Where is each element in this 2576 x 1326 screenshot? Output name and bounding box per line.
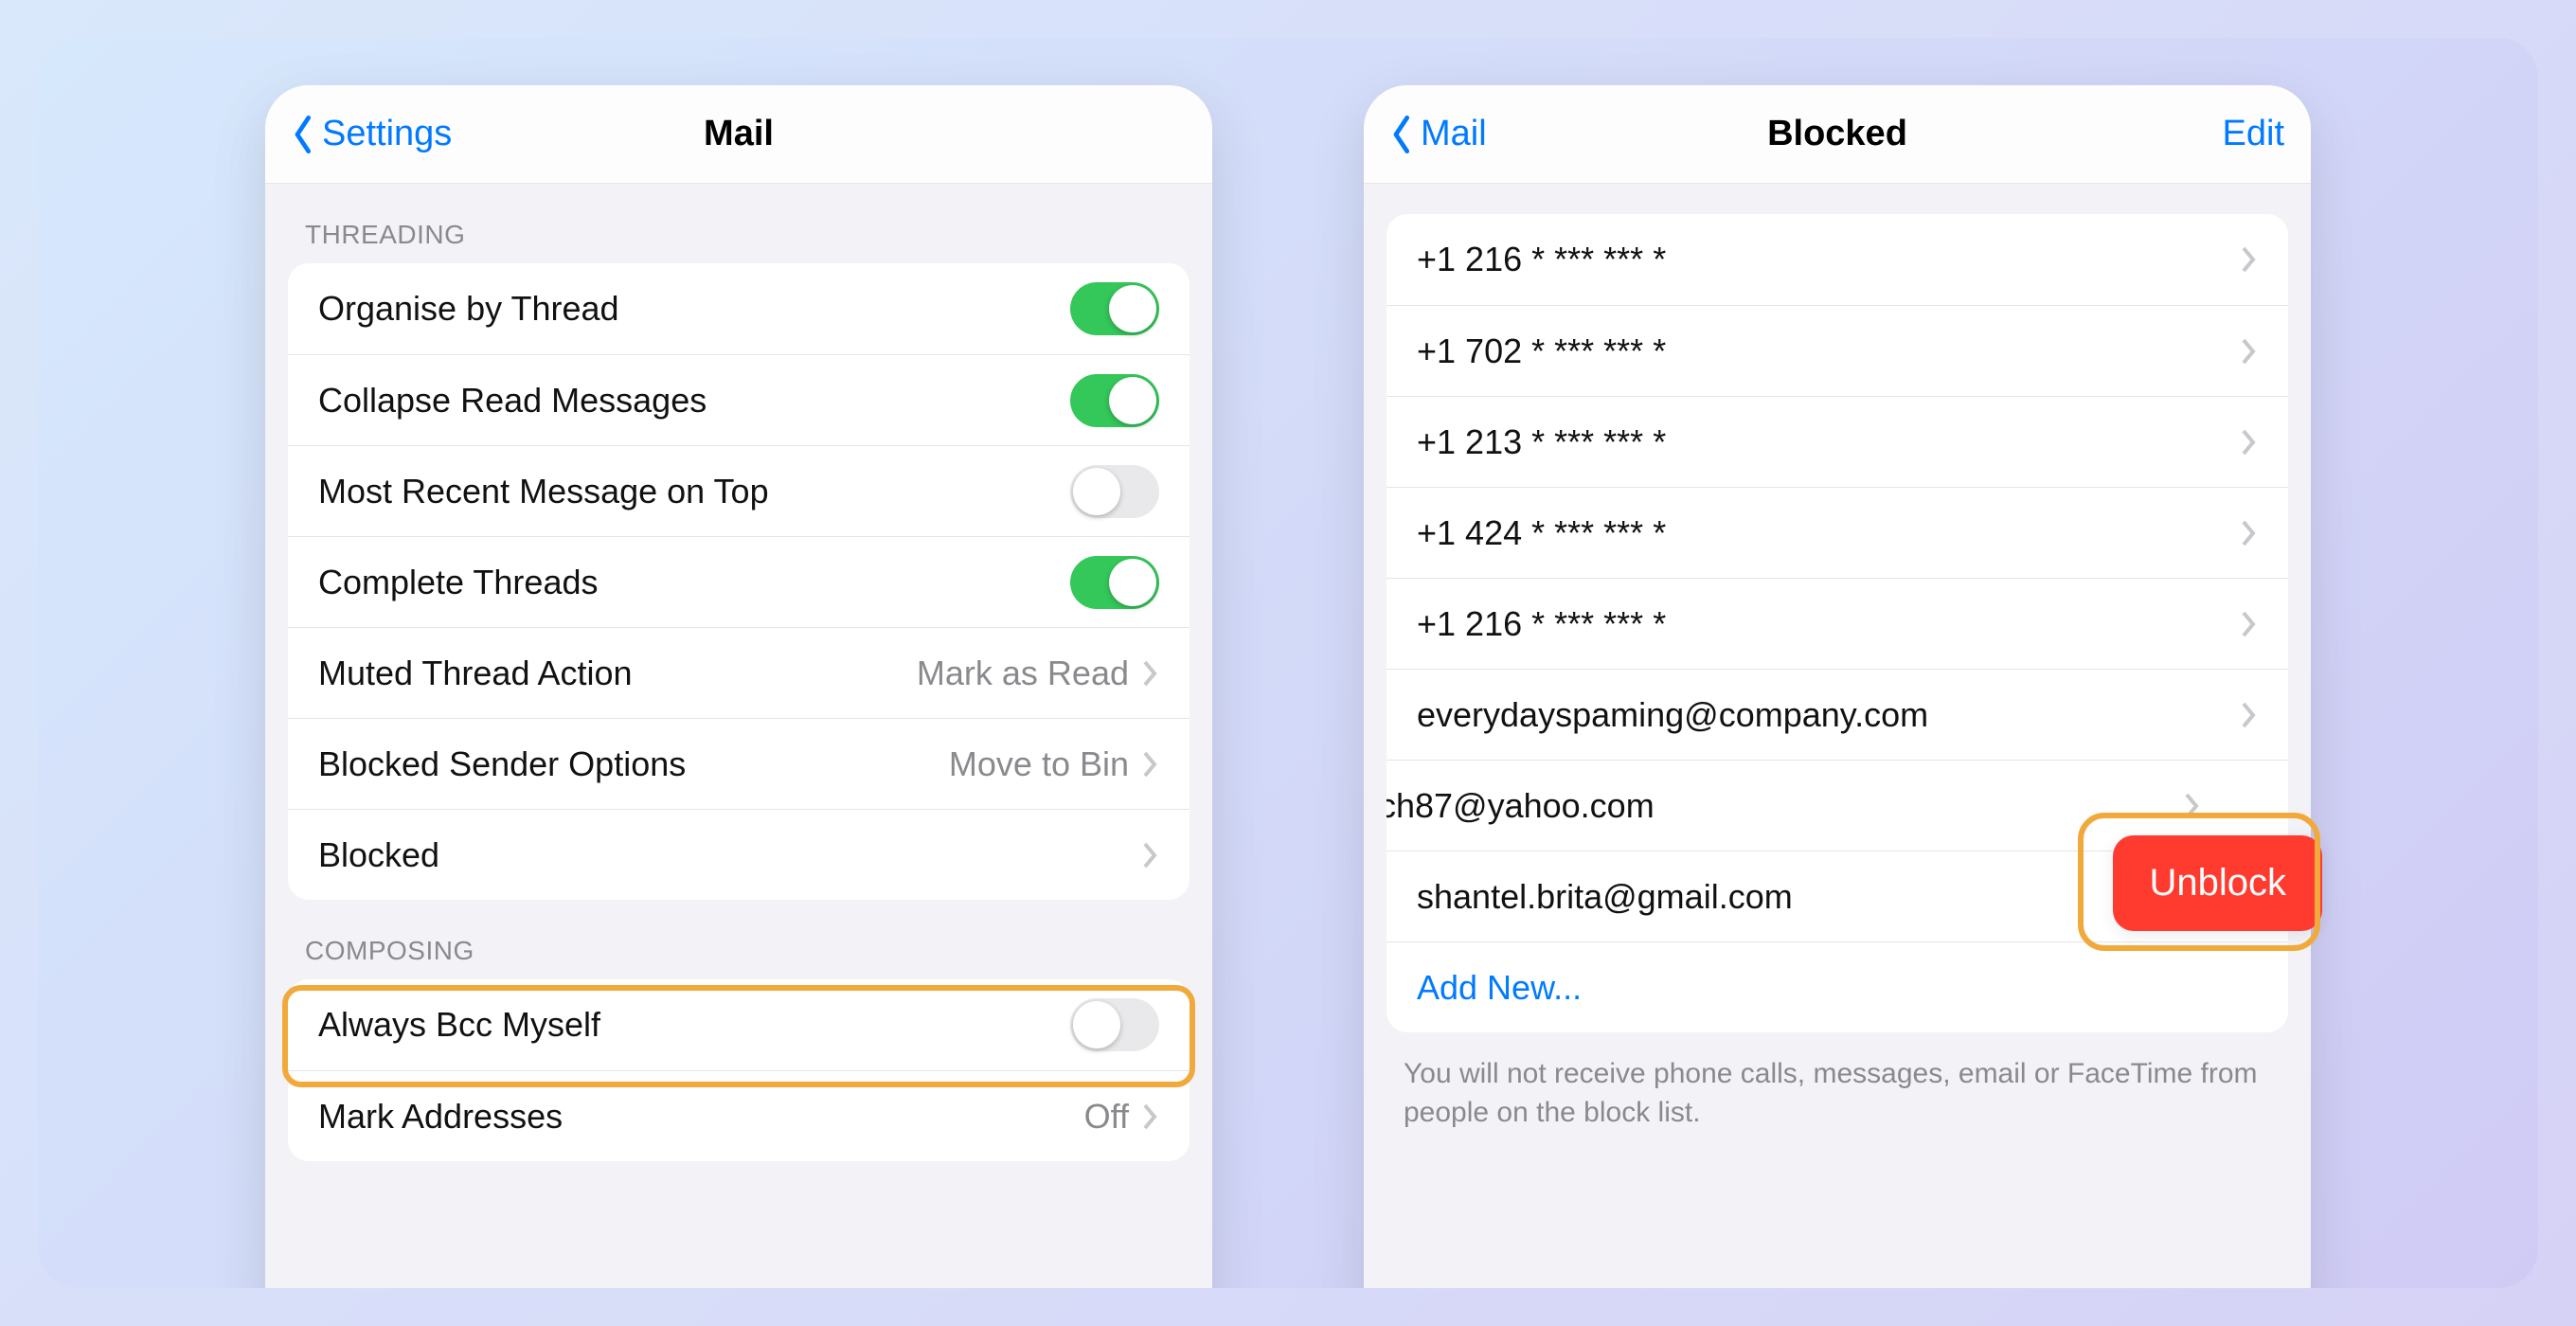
page-title: Blocked — [1364, 114, 2311, 154]
chevron-right-icon — [1142, 1102, 1159, 1131]
row-always-bcc[interactable]: Always Bcc Myself — [288, 979, 1190, 1070]
chevron-right-icon — [2241, 610, 2258, 638]
list-item[interactable]: +1 216 * *** *** * — [1386, 578, 2288, 669]
list-item[interactable]: +1 424 * *** *** * — [1386, 487, 2288, 578]
nav-bar: Settings Mail — [265, 85, 1212, 184]
row-muted-action[interactable]: Muted Thread Action Mark as Read — [288, 627, 1190, 718]
threading-group: Organise by Thread Collapse Read Message… — [288, 263, 1190, 900]
row-label: Collapse Read Messages — [318, 381, 707, 421]
row-complete-threads[interactable]: Complete Threads — [288, 536, 1190, 627]
switch-recent-top[interactable] — [1070, 465, 1159, 518]
list-item-label: +1 213 * *** *** * — [1417, 422, 1666, 462]
list-item[interactable]: +1 213 * *** *** * — [1386, 396, 2288, 487]
row-blocked[interactable]: Blocked — [288, 809, 1190, 900]
chevron-right-icon — [2241, 337, 2258, 366]
chevron-right-icon — [1142, 750, 1159, 779]
list-item-label: shantel.brita@gmail.com — [1417, 877, 1793, 917]
section-header-threading: THREADING — [265, 184, 1212, 263]
row-label: Complete Threads — [318, 563, 599, 602]
add-new-button[interactable]: Add New... — [1386, 941, 2288, 1032]
chevron-left-icon — [1390, 116, 1415, 153]
list-item-label: everydayspaming@company.com — [1417, 695, 1928, 735]
list-item-label: rich87@yahoo.com — [1386, 786, 1655, 826]
row-label: Muted Thread Action — [318, 654, 633, 693]
switch-collapse[interactable] — [1070, 374, 1159, 427]
back-label: Mail — [1421, 114, 1487, 154]
nav-bar: Mail Blocked Edit — [1364, 85, 2311, 184]
row-label: Blocked Sender Options — [318, 744, 686, 784]
list-item-label: +1 216 * *** *** * — [1417, 604, 1666, 644]
back-button[interactable]: Mail — [1390, 114, 1487, 154]
row-value: Off — [1084, 1097, 1129, 1137]
chevron-right-icon — [1142, 659, 1159, 688]
row-blocked-sender-options[interactable]: Blocked Sender Options Move to Bin — [288, 718, 1190, 809]
row-label: Organise by Thread — [318, 289, 619, 329]
chevron-right-icon — [2241, 519, 2258, 547]
row-organise-by-thread[interactable]: Organise by Thread — [288, 263, 1190, 354]
chevron-left-icon — [292, 116, 316, 153]
chevron-right-icon — [2241, 701, 2258, 729]
row-label: Always Bcc Myself — [318, 1005, 600, 1045]
list-item-label: +1 424 * *** *** * — [1417, 513, 1666, 553]
row-collapse-read[interactable]: Collapse Read Messages — [288, 354, 1190, 445]
back-label: Settings — [322, 114, 452, 154]
footer-note: You will not receive phone calls, messag… — [1364, 1032, 2311, 1155]
row-label: Mark Addresses — [318, 1097, 563, 1137]
chevron-right-icon — [2241, 428, 2258, 457]
switch-organise[interactable] — [1070, 282, 1159, 335]
row-mark-addresses[interactable]: Mark Addresses Off — [288, 1070, 1190, 1161]
blocked-list-panel: Mail Blocked Edit +1 216 * *** *** * +1 … — [1364, 85, 2311, 1288]
row-label: Most Recent Message on Top — [318, 472, 769, 511]
row-value: Mark as Read — [917, 654, 1129, 693]
list-item-label: +1 702 * *** *** * — [1417, 332, 1666, 371]
back-button[interactable]: Settings — [292, 114, 452, 154]
row-label: Blocked — [318, 835, 439, 875]
list-item-label: +1 216 * *** *** * — [1417, 240, 1666, 279]
add-new-label: Add New... — [1417, 968, 1582, 1008]
chevron-right-icon — [2184, 792, 2201, 820]
edit-button[interactable]: Edit — [2223, 114, 2284, 154]
switch-bcc[interactable] — [1070, 998, 1159, 1051]
composing-group: Always Bcc Myself Mark Addresses Off — [288, 979, 1190, 1161]
section-header-composing: COMPOSING — [265, 900, 1212, 979]
chevron-right-icon — [1142, 841, 1159, 869]
unblock-button[interactable]: Unblock — [2113, 835, 2322, 931]
list-item[interactable]: +1 702 * *** *** * — [1386, 305, 2288, 396]
chevron-right-icon — [2241, 245, 2258, 274]
list-item[interactable]: +1 216 * *** *** * — [1386, 214, 2288, 305]
list-item[interactable]: everydayspaming@company.com — [1386, 669, 2288, 760]
switch-complete[interactable] — [1070, 556, 1159, 609]
mail-settings-panel: Settings Mail THREADING Organise by Thre… — [265, 85, 1212, 1288]
unblock-label: Unblock — [2149, 862, 2286, 904]
row-value: Move to Bin — [949, 744, 1129, 784]
row-recent-on-top[interactable]: Most Recent Message on Top — [288, 445, 1190, 536]
